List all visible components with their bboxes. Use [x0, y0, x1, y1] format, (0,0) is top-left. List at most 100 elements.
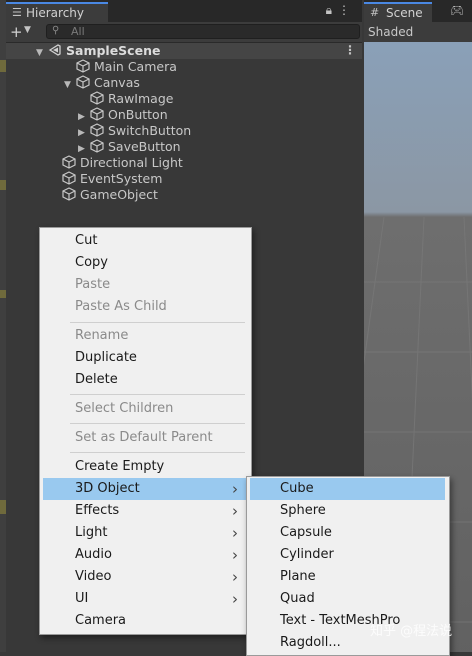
submenu-item-label: Quad — [280, 591, 315, 606]
menu-item[interactable]: Paste As Child — [43, 296, 248, 318]
expand-arrow-icon[interactable]: ▼ — [36, 45, 48, 61]
scene-root-item[interactable]: ▼ SampleScene — [36, 43, 160, 59]
menu-item-label: Audio — [75, 547, 112, 562]
submenu-item[interactable]: Cylinder — [250, 544, 445, 566]
hierarchy-item[interactable]: ▼ Canvas — [64, 75, 140, 91]
hierarchy-item-label: GameObject — [80, 187, 158, 202]
gameobject-cube-icon — [62, 187, 76, 205]
hierarchy-item[interactable]: Directional Light — [50, 155, 183, 171]
menu-item[interactable]: Paste — [43, 274, 248, 296]
hierarchy-item[interactable]: ▶ SwitchButton — [78, 123, 191, 139]
hierarchy-item[interactable]: EventSystem — [50, 171, 162, 187]
scene-toolbar: Shaded — [364, 22, 472, 42]
menu-item-label: Delete — [75, 372, 118, 387]
submenu-item-label: Cube — [280, 481, 314, 496]
menu-item[interactable]: UI › — [43, 588, 248, 610]
kebab-menu-icon[interactable]: ⋮ — [338, 3, 356, 17]
menu-item-label: Paste — [75, 277, 111, 292]
menu-item[interactable]: Create Empty — [43, 456, 248, 478]
hierarchy-item-label: Directional Light — [80, 155, 183, 170]
menu-item[interactable]: Effects › — [43, 500, 248, 522]
menu-item-label: Copy — [75, 255, 108, 270]
menu-item[interactable]: Cut — [43, 230, 248, 252]
watermark: 知乎 @程法说 — [370, 624, 453, 639]
submenu-arrow-icon: › — [232, 568, 238, 586]
submenu-arrow-icon: › — [232, 590, 238, 608]
submenu-item-label: Capsule — [280, 525, 332, 540]
tab-label: Scene — [386, 6, 423, 20]
hierarchy-item-label: RawImage — [108, 91, 174, 106]
shading-mode-dropdown[interactable]: Shaded — [368, 25, 413, 39]
hierarchy-item-label: Canvas — [94, 75, 140, 90]
search-icon: ⚲ — [52, 25, 60, 36]
tab-tools: 🔒︎⋮ — [326, 3, 356, 18]
menu-separator — [70, 394, 245, 395]
menu-item-label: Cut — [75, 233, 98, 248]
submenu-item-label: Sphere — [280, 503, 326, 518]
menu-item-label: Video — [75, 569, 112, 584]
chevron-down-icon[interactable]: ▼ — [24, 25, 31, 35]
menu-item[interactable]: Copy — [43, 252, 248, 274]
submenu-item-label: Plane — [280, 569, 316, 584]
tab-scene[interactable]: # Scene — [364, 2, 432, 22]
submenu-item[interactable]: Cube — [250, 478, 445, 500]
menu-item[interactable]: Light › — [43, 522, 248, 544]
menu-item[interactable]: Select Children — [43, 398, 248, 420]
scene-kebab-icon[interactable]: ⋮ — [344, 43, 356, 57]
lock-icon[interactable]: 🔒︎ — [326, 3, 338, 17]
menu-item[interactable]: Camera — [43, 610, 248, 632]
expand-arrow-icon[interactable]: ▼ — [64, 77, 76, 93]
unity-scene-icon — [48, 44, 61, 56]
menu-item[interactable]: Video › — [43, 566, 248, 588]
menu-separator — [70, 322, 245, 323]
hierarchy-item-label: EventSystem — [80, 171, 163, 186]
submenu-item-label: Cylinder — [280, 547, 334, 562]
submenu-arrow-icon: › — [232, 546, 238, 564]
submenu-item-label: Ragdoll... — [280, 635, 341, 650]
submenu-arrow-icon: › — [232, 502, 238, 520]
hierarchy-item[interactable]: ▶ SaveButton — [78, 139, 181, 155]
scene-tab-bar: # Scene 🎮︎ — [364, 0, 472, 22]
hierarchy-item[interactable]: ▶ OnButton — [78, 107, 168, 123]
hierarchy-item[interactable]: Main Camera — [64, 59, 177, 75]
hierarchy-item-label: Main Camera — [94, 59, 177, 74]
menu-item-label: Camera — [75, 613, 127, 628]
menu-item[interactable]: Audio › — [43, 544, 248, 566]
scene-name: SampleScene — [66, 43, 161, 58]
menu-item-label: 3D Object — [75, 481, 140, 496]
submenu-item[interactable]: Plane — [250, 566, 445, 588]
hierarchy-item-label: SaveButton — [108, 139, 181, 154]
hierarchy-item[interactable]: GameObject — [50, 187, 158, 203]
submenu-arrow-icon: › — [232, 524, 238, 542]
menu-item[interactable]: Rename — [43, 325, 248, 347]
list-icon: ☰ — [12, 6, 22, 19]
search-placeholder: All — [71, 25, 85, 38]
submenu-item[interactable]: Quad — [250, 588, 445, 610]
hierarchy-toolbar: + ▼ ⚲ All — [6, 22, 362, 43]
menu-item[interactable]: 3D Object › — [43, 478, 248, 500]
tab-label: Hierarchy — [26, 6, 85, 20]
menu-item[interactable]: Duplicate — [43, 347, 248, 369]
context-menu: Cut Copy Paste Paste As Child Rename Duplicat… — [39, 227, 252, 635]
menu-item-label: Paste As Child — [75, 299, 167, 314]
grid-icon: # — [370, 6, 380, 19]
menu-item-label: Duplicate — [75, 350, 137, 365]
hierarchy-tab-bar: ☰ Hierarchy 🔒︎⋮ — [6, 0, 362, 23]
submenu-arrow-icon: › — [232, 480, 238, 498]
menu-separator — [70, 452, 245, 453]
submenu-item[interactable]: Sphere — [250, 500, 445, 522]
hierarchy-item[interactable]: RawImage — [78, 91, 173, 107]
gamepad-icon[interactable]: 🎮︎ — [450, 4, 464, 17]
menu-item-label: Rename — [75, 328, 129, 343]
menu-item[interactable]: Delete — [43, 369, 248, 391]
submenu-item[interactable]: Capsule — [250, 522, 445, 544]
menu-separator — [70, 423, 245, 424]
menu-item-label: Effects — [75, 503, 120, 518]
tab-hierarchy[interactable]: ☰ Hierarchy — [6, 2, 108, 22]
menu-item[interactable]: Set as Default Parent — [43, 427, 248, 449]
search-input[interactable]: ⚲ All — [46, 24, 360, 39]
menu-item-label: Select Children — [75, 401, 174, 416]
menu-item-label: UI — [75, 591, 89, 606]
hierarchy-item-label: OnButton — [108, 107, 168, 122]
add-icon[interactable]: + — [10, 23, 23, 41]
